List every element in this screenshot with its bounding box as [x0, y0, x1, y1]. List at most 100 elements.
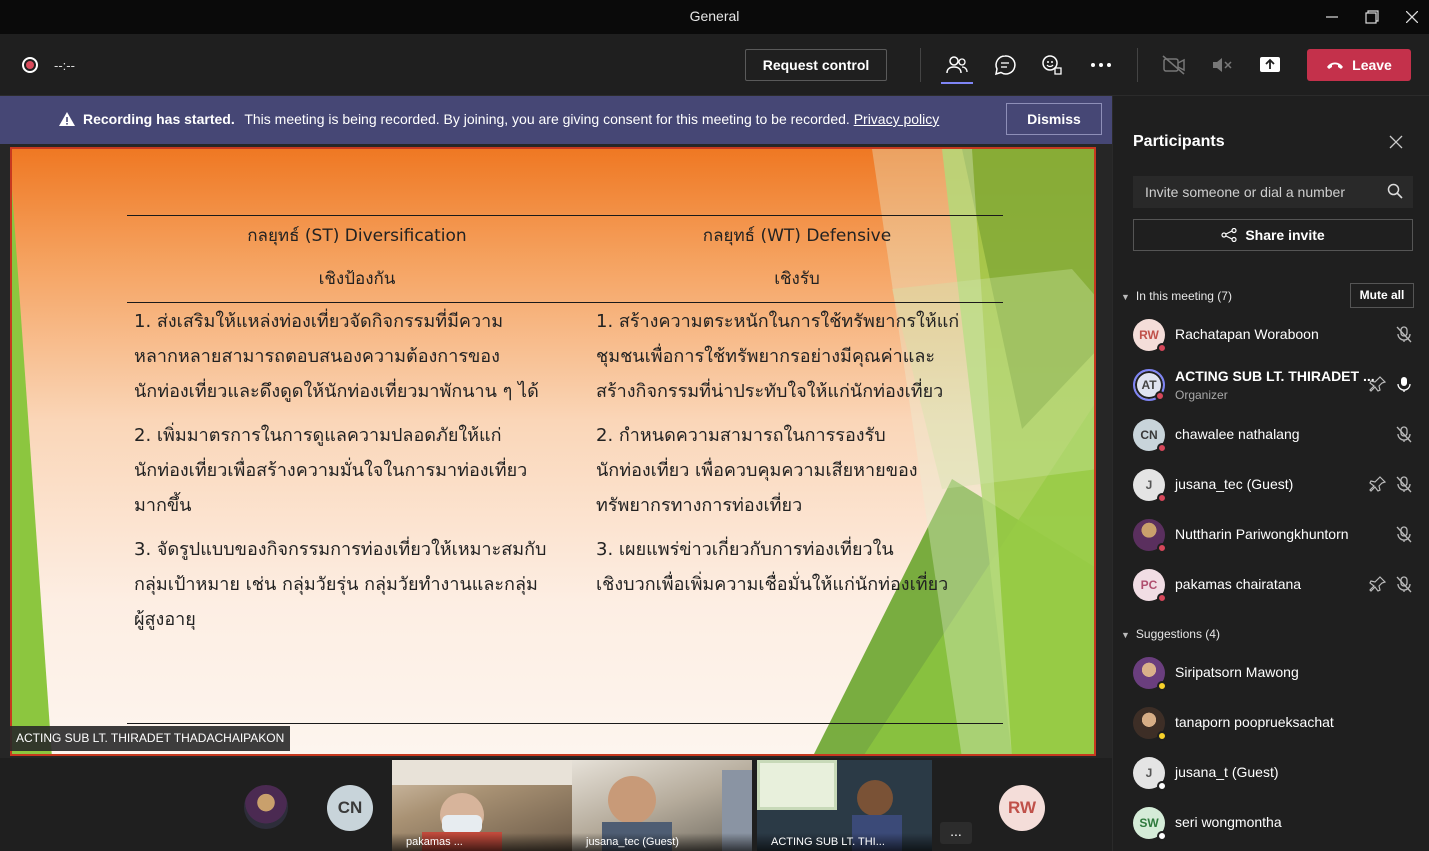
maximize-icon[interactable] — [1358, 4, 1386, 30]
col1-item-2: 2. เพิ่มมาตรการในการดูแลความปลอดภัยให้แก… — [134, 418, 594, 523]
participant-avatar-rw[interactable]: RW — [999, 785, 1045, 831]
avatar-initials: SW — [1139, 816, 1159, 830]
share-screen-icon[interactable] — [1256, 51, 1284, 79]
video-tile-pakamas[interactable]: pakamas ... — [392, 760, 572, 851]
status-dot — [1157, 781, 1167, 791]
tile-label: ACTING SUB LT. THI... — [757, 833, 932, 851]
avatar: J — [1133, 757, 1167, 791]
participant-row[interactable]: Nuttharin Pariwongkhuntorn — [1133, 510, 1423, 560]
participant-name: tanaporn pooprueksachat — [1175, 714, 1334, 730]
avatar-initials: PC — [1140, 578, 1158, 592]
text-line: สร้างกิจกรรมที่น่าประทับใจให้แก่นักท่องเ… — [596, 381, 944, 402]
share-invite-label: Share invite — [1245, 227, 1325, 243]
text-line: นักท่องเที่ยว เพื่อควบคุมความเสียหายของ — [596, 460, 918, 481]
participant-name: seri wongmontha — [1175, 814, 1282, 830]
leave-button[interactable]: Leave — [1307, 49, 1411, 81]
text-line: มากขึ้น — [134, 495, 192, 516]
status-dot — [1157, 681, 1167, 691]
table-bottom-rule — [127, 723, 1003, 724]
active-tab-indicator — [941, 82, 973, 84]
section-label: Suggestions (4) — [1135, 627, 1220, 641]
status-dot — [1157, 731, 1167, 741]
participant-name: Rachatapan Woraboon — [1175, 326, 1319, 342]
participant-row[interactable]: RW Rachatapan Woraboon — [1133, 310, 1423, 360]
suggested-row[interactable]: Siripatsorn Mawong — [1133, 648, 1423, 698]
banner-text: This meeting is being recorded. By joini… — [244, 111, 850, 127]
participant-row[interactable]: AT ACTING SUB LT. THIRADET ... Organizer — [1133, 360, 1423, 410]
participant-row[interactable]: CN chawalee nathalang — [1133, 410, 1423, 460]
mic-muted-icon — [1396, 426, 1412, 443]
participant-row[interactable]: PC pakamas chairatana — [1133, 560, 1423, 610]
search-icon — [1387, 183, 1403, 199]
reactions-icon[interactable] — [1038, 51, 1066, 79]
text-line: เชิงบวกเพื่อเพิ่มความเชื่อมั่นให้แก่นักท… — [596, 574, 949, 595]
pin-icon[interactable] — [1369, 375, 1387, 393]
participant-name: chawalee nathalang — [1175, 426, 1300, 442]
avatar-initials: J — [1145, 766, 1153, 780]
col2-title: กลยุทธ์ (WT) Defensive — [702, 226, 892, 246]
text-line: 1. สร้างความตระหนักในการใช้ทรัพยากรให้แก… — [596, 311, 960, 332]
participants-icon[interactable] — [943, 51, 971, 79]
dismiss-button[interactable]: Dismiss — [1006, 103, 1102, 135]
camera-off-icon[interactable] — [1160, 51, 1188, 79]
presenter-name-label: ACTING SUB LT. THIRADET THADACHAIPAKON — [10, 726, 291, 751]
text-line: กลุ่มเป้าหมาย เช่น กลุ่มวัยรุ่น กลุ่มวัย… — [134, 574, 538, 595]
leave-label: Leave — [1352, 57, 1392, 73]
mic-muted-icon — [1396, 526, 1412, 543]
video-tile-jusana[interactable]: jusana_tec (Guest) — [572, 760, 752, 851]
recording-banner: Recording has started. This meeting is b… — [0, 96, 1112, 144]
video-gallery: CN pakamas ... jusana_tec (Guest) ACTING… — [0, 758, 1112, 851]
request-control-button[interactable]: Request control — [745, 49, 887, 81]
invite-input[interactable]: Invite someone or dial a number — [1133, 176, 1413, 208]
share-invite-button[interactable]: Share invite — [1133, 219, 1413, 251]
tile-label: pakamas ... — [392, 833, 572, 851]
close-window-icon[interactable] — [1398, 4, 1426, 30]
mic-muted-icon — [1396, 326, 1412, 343]
participant-name: Siripatsorn Mawong — [1175, 664, 1299, 680]
mic-icon — [1397, 377, 1411, 392]
status-dot — [1157, 443, 1167, 453]
participant-photo-avatar[interactable] — [244, 785, 288, 829]
text-line: นักท่องเที่ยวและดึงดูดให้นักท่องเที่ยวมา… — [134, 381, 539, 402]
warning-icon — [59, 112, 75, 126]
status-dot — [1157, 343, 1167, 353]
shared-slide: กลยุทธ์ (ST) Diversification เชิงป้องกัน… — [10, 147, 1096, 756]
avatar-initials: J — [1145, 478, 1153, 492]
avatar: RW — [1133, 319, 1167, 353]
participant-name: Nuttharin Pariwongkhuntorn — [1175, 526, 1349, 542]
pin-icon[interactable] — [1369, 475, 1387, 493]
text-line: นักท่องเที่ยวเพื่อสร้างความมั่นใจในการมา… — [134, 460, 528, 481]
title-bar: General — [0, 0, 1429, 34]
suggestions-section-header[interactable]: ▼ Suggestions (4) — [1121, 627, 1220, 641]
chat-icon[interactable] — [991, 51, 1019, 79]
privacy-policy-link[interactable]: Privacy policy — [854, 111, 940, 127]
text-line: หลากหลายสามารถตอบสนองความต้องการของ — [134, 346, 500, 367]
mute-all-button[interactable]: Mute all — [1350, 283, 1414, 308]
video-tile-acting-sub-lt[interactable]: ACTING SUB LT. THI... — [757, 760, 932, 851]
participant-avatar-cn[interactable]: CN — [327, 785, 373, 831]
participant-row[interactable]: J jusana_tec (Guest) — [1133, 460, 1423, 510]
in-meeting-section-header[interactable]: ▼ In this meeting (7) — [1121, 289, 1232, 303]
text-line: ทรัพยากรทางการท่องเที่ยว — [596, 495, 803, 516]
suggested-row[interactable]: J jusana_t (Guest) — [1133, 748, 1423, 798]
avatar: AT — [1133, 369, 1165, 401]
col1-item-3: 3. จัดรูปแบบของกิจกรรมการท่องเที่ยวให้เห… — [134, 532, 594, 637]
table-header-rule — [127, 302, 1003, 303]
participants-panel: Participants Invite someone or dial a nu… — [1112, 96, 1429, 851]
col2-subtitle: เชิงรับ — [774, 269, 820, 289]
more-options-icon[interactable] — [1087, 51, 1115, 79]
toolbar-divider — [1137, 48, 1138, 82]
participant-name: pakamas chairatana — [1175, 576, 1302, 592]
pin-icon[interactable] — [1369, 575, 1387, 593]
suggested-row[interactable]: tanaporn pooprueksachat — [1133, 698, 1423, 748]
speaker-muted-icon[interactable] — [1208, 51, 1236, 79]
suggested-row[interactable]: SW seri wongmontha — [1133, 798, 1423, 848]
col2-item-2: 2. กำหนดความสามารถในการรองรับ นักท่องเที… — [596, 418, 996, 523]
avatar — [1133, 707, 1167, 741]
text-line: ผู้สูงอายุ — [134, 609, 196, 630]
more-participants-button[interactable]: ... — [940, 822, 972, 844]
meeting-toolbar: --:-- Request control Leave — [0, 34, 1429, 96]
close-panel-icon[interactable] — [1389, 134, 1407, 152]
minimize-icon[interactable] — [1318, 4, 1346, 30]
table-top-rule — [127, 215, 1003, 216]
